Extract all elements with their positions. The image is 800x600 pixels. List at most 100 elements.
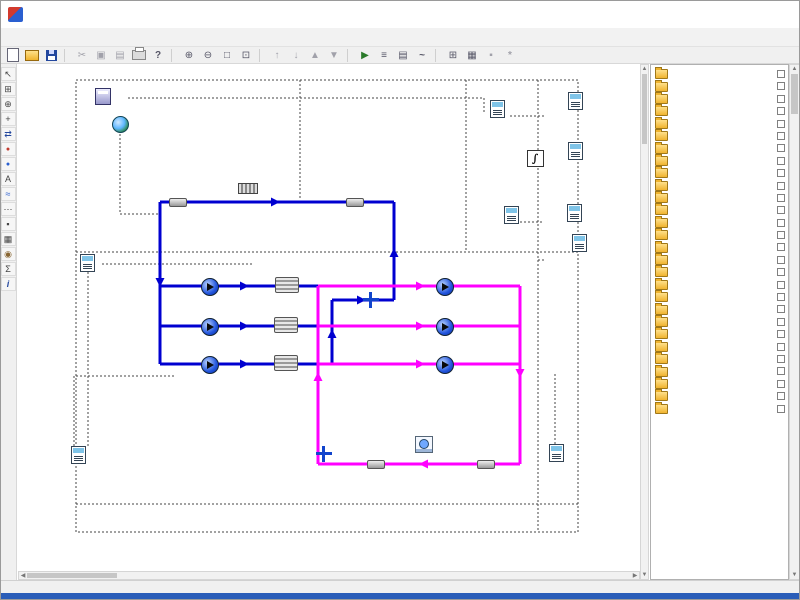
component-unit-control[interactable] bbox=[58, 254, 116, 273]
component-type31-2[interactable] bbox=[328, 198, 382, 208]
text-tool-icon[interactable] bbox=[1, 172, 16, 186]
signal-loop-tool-icon[interactable] bbox=[1, 202, 16, 216]
library-item-hydronics-library-tess[interactable] bbox=[651, 241, 788, 253]
zoom-tool-icon[interactable] bbox=[1, 97, 16, 111]
expand-icon[interactable] bbox=[777, 343, 785, 351]
component-energy-summary[interactable] bbox=[466, 100, 528, 119]
library-item-weather-data-reading[interactable] bbox=[651, 403, 788, 415]
expand-icon[interactable] bbox=[777, 330, 785, 338]
menu-view[interactable] bbox=[31, 36, 45, 38]
library-item-electrical-library-tess[interactable] bbox=[651, 130, 788, 142]
print-icon[interactable] bbox=[130, 48, 148, 63]
component-cooling-tower[interactable] bbox=[394, 436, 454, 466]
scroll-right-icon[interactable]: ▶ bbox=[631, 572, 639, 579]
menu-edit[interactable] bbox=[17, 36, 31, 38]
library-item-utility-library-tess[interactable] bbox=[651, 390, 788, 402]
component-type649-2[interactable] bbox=[340, 292, 402, 309]
component-temperature-output[interactable] bbox=[542, 204, 606, 223]
new-project-icon[interactable] bbox=[4, 48, 22, 63]
lock-layout-icon[interactable] bbox=[482, 48, 500, 63]
info-tool-icon[interactable] bbox=[1, 277, 16, 291]
scroll-up-icon[interactable]: ▲ bbox=[641, 65, 648, 73]
component-type31-4[interactable] bbox=[458, 460, 514, 470]
direct-access-tool-icon[interactable] bbox=[1, 82, 16, 96]
send-to-back-icon[interactable] bbox=[325, 48, 343, 63]
canvas-vertical-scrollbar[interactable]: ▲ ▼ bbox=[640, 64, 649, 580]
library-item-ground-coupling-library-tess[interactable] bbox=[651, 167, 788, 179]
canvas-horizontal-scrollbar[interactable]: ◀ ▶ bbox=[18, 571, 640, 580]
menu-help[interactable] bbox=[115, 36, 129, 38]
expand-icon[interactable] bbox=[777, 182, 785, 190]
library-item-ghp-library-tess[interactable] bbox=[651, 142, 788, 154]
output-link-tool-icon[interactable] bbox=[1, 157, 16, 171]
menu-file[interactable] bbox=[3, 36, 17, 38]
library-item-storage-tank-library-tess[interactable] bbox=[651, 353, 788, 365]
menu-window[interactable] bbox=[101, 36, 115, 38]
component-cooling-output[interactable] bbox=[544, 142, 606, 161]
align-bottom-icon[interactable] bbox=[287, 48, 305, 63]
expand-icon[interactable] bbox=[777, 405, 785, 413]
component-chiller-1-3[interactable] bbox=[250, 355, 322, 372]
library-item-optimization-library-tess[interactable] bbox=[651, 291, 788, 303]
library-item-ground-coupling[interactable] bbox=[651, 155, 788, 167]
library-item-physical-phenomena[interactable] bbox=[651, 316, 788, 328]
run-simulation-icon[interactable] bbox=[356, 48, 374, 63]
expand-icon[interactable] bbox=[777, 281, 785, 289]
expand-icon[interactable] bbox=[777, 157, 785, 165]
expand-icon[interactable] bbox=[777, 82, 785, 90]
component-chiller-1-2[interactable] bbox=[250, 317, 322, 334]
expand-icon[interactable] bbox=[777, 243, 785, 251]
scrollbar-thumb[interactable] bbox=[642, 74, 647, 144]
component-cooling-pump-1-3[interactable] bbox=[409, 356, 481, 375]
component-chilled-pump-1-3[interactable] bbox=[174, 356, 246, 375]
scroll-up-icon[interactable]: ▲ bbox=[790, 65, 799, 73]
expand-icon[interactable] bbox=[777, 70, 785, 78]
probe-tool-icon[interactable] bbox=[1, 247, 16, 261]
simulation-cards-icon[interactable] bbox=[375, 48, 393, 63]
component-load[interactable] bbox=[80, 88, 126, 106]
copy-icon[interactable] bbox=[92, 48, 110, 63]
component-type31[interactable] bbox=[154, 198, 202, 208]
maximize-button[interactable] bbox=[710, 0, 755, 28]
library-item-loads-and-structures[interactable] bbox=[651, 254, 788, 266]
expand-icon[interactable] bbox=[777, 318, 785, 326]
expand-icon[interactable] bbox=[777, 219, 785, 227]
component-terminal-unit[interactable] bbox=[224, 182, 272, 195]
component-unit-cop[interactable] bbox=[546, 234, 612, 253]
open-project-icon[interactable] bbox=[23, 48, 41, 63]
library-item-solar-library-tess[interactable] bbox=[651, 328, 788, 340]
zoom-out-icon[interactable] bbox=[199, 48, 217, 63]
scrollbar-thumb[interactable] bbox=[791, 74, 798, 114]
menu-assembly[interactable] bbox=[59, 36, 73, 38]
library-item-utility[interactable] bbox=[651, 378, 788, 390]
minimize-button[interactable] bbox=[665, 0, 710, 28]
zoom-window-icon[interactable] bbox=[218, 48, 236, 63]
expand-icon[interactable] bbox=[777, 194, 785, 202]
lock-tool-icon[interactable] bbox=[1, 217, 16, 231]
menu-calculate[interactable] bbox=[73, 36, 87, 38]
scrollbar-thumb[interactable] bbox=[27, 573, 117, 578]
expand-icon[interactable] bbox=[777, 355, 785, 363]
component-cooling-pump-1[interactable] bbox=[413, 278, 477, 297]
component-type649[interactable] bbox=[296, 446, 352, 463]
library-item-hydronics[interactable] bbox=[651, 229, 788, 241]
expand-icon[interactable] bbox=[777, 367, 785, 375]
expand-icon[interactable] bbox=[777, 95, 785, 103]
expand-icon[interactable] bbox=[777, 107, 785, 115]
library-item-solar-thermal-collectors[interactable] bbox=[651, 341, 788, 353]
library-item-hvac[interactable] bbox=[651, 192, 788, 204]
help-icon[interactable] bbox=[149, 48, 167, 63]
cut-icon[interactable] bbox=[73, 48, 91, 63]
link-tool-icon[interactable] bbox=[1, 127, 16, 141]
menu-tools[interactable] bbox=[87, 36, 101, 38]
expand-icon[interactable] bbox=[777, 120, 785, 128]
bring-to-front-icon[interactable] bbox=[306, 48, 324, 63]
expand-icon[interactable] bbox=[777, 293, 785, 301]
align-top-icon[interactable] bbox=[268, 48, 286, 63]
library-item-hydrogen-systems[interactable] bbox=[651, 217, 788, 229]
scroll-down-icon[interactable]: ▼ bbox=[641, 571, 648, 579]
select-tool-icon[interactable] bbox=[1, 67, 16, 81]
paste-icon[interactable] bbox=[111, 48, 129, 63]
expand-icon[interactable] bbox=[777, 169, 785, 177]
scroll-left-icon[interactable]: ◀ bbox=[19, 572, 27, 579]
